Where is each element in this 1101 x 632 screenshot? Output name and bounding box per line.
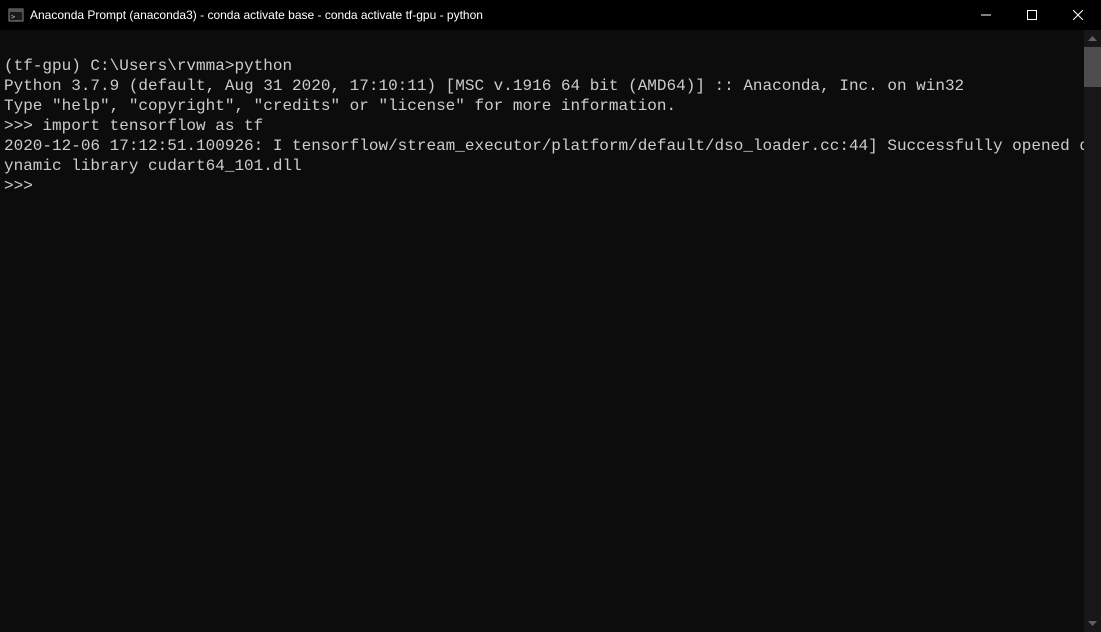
close-icon (1073, 10, 1083, 20)
scrollbar-thumb[interactable] (1084, 47, 1101, 87)
terminal-line: Python 3.7.9 (default, Aug 31 2020, 17:1… (4, 77, 964, 95)
window-title: Anaconda Prompt (anaconda3) - conda acti… (30, 8, 483, 22)
scrollbar-up-arrow[interactable] (1084, 30, 1101, 47)
app-icon: >_ (8, 7, 24, 23)
svg-text:>_: >_ (11, 13, 20, 21)
window-controls (963, 0, 1101, 30)
close-button[interactable] (1055, 0, 1101, 30)
vertical-scrollbar[interactable] (1084, 30, 1101, 632)
minimize-button[interactable] (963, 0, 1009, 30)
scrollbar-down-arrow[interactable] (1084, 615, 1101, 632)
terminal-line: Type "help", "copyright", "credits" or "… (4, 97, 676, 115)
terminal-line: (tf-gpu) C:\Users\rvmma>python (4, 57, 292, 75)
terminal-output: (tf-gpu) C:\Users\rvmma>python Python 3.… (0, 30, 1101, 200)
chevron-up-icon (1088, 36, 1097, 41)
window-titlebar: >_ Anaconda Prompt (anaconda3) - conda a… (0, 0, 1101, 30)
minimize-icon (981, 10, 991, 20)
terminal-line: >>> (4, 177, 33, 195)
terminal-line: 2020-12-06 17:12:51.100926: I tensorflow… (4, 137, 1089, 175)
terminal-area[interactable]: (tf-gpu) C:\Users\rvmma>python Python 3.… (0, 30, 1101, 632)
chevron-down-icon (1088, 621, 1097, 626)
maximize-button[interactable] (1009, 0, 1055, 30)
terminal-line: >>> import tensorflow as tf (4, 117, 263, 135)
maximize-icon (1027, 10, 1037, 20)
titlebar-left: >_ Anaconda Prompt (anaconda3) - conda a… (8, 7, 483, 23)
